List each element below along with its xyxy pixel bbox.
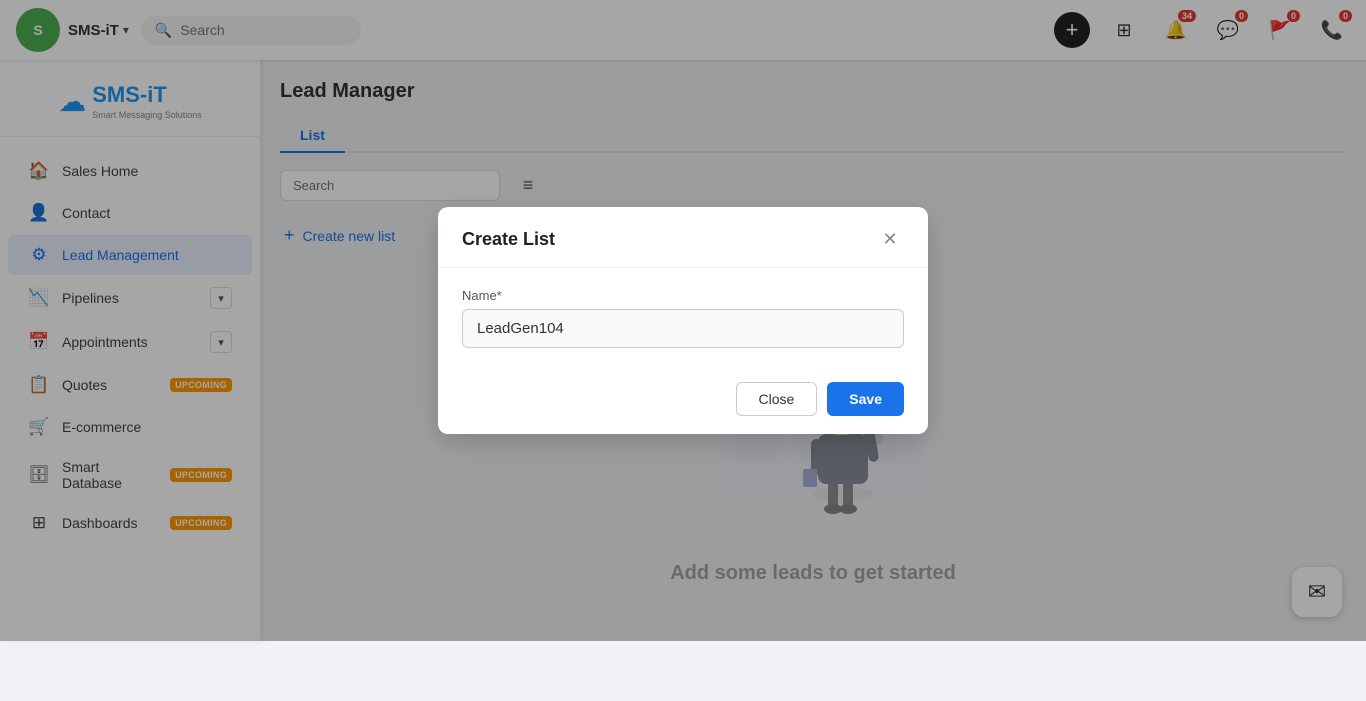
create-list-modal: Create List ✕ Name* Close Save — [438, 207, 928, 434]
close-icon: ✕ — [882, 229, 897, 250]
modal-body: Name* — [438, 268, 928, 368]
name-field-input[interactable] — [462, 309, 904, 348]
modal-close-button[interactable]: ✕ — [876, 225, 904, 253]
modal-close-btn[interactable]: Close — [736, 382, 818, 416]
modal-title: Create List — [462, 229, 555, 250]
modal-header: Create List ✕ — [438, 207, 928, 268]
modal-overlay[interactable]: Create List ✕ Name* Close Save — [0, 0, 1366, 641]
modal-save-btn[interactable]: Save — [827, 382, 904, 416]
modal-footer: Close Save — [438, 368, 928, 434]
name-field-label: Name* — [462, 288, 904, 303]
